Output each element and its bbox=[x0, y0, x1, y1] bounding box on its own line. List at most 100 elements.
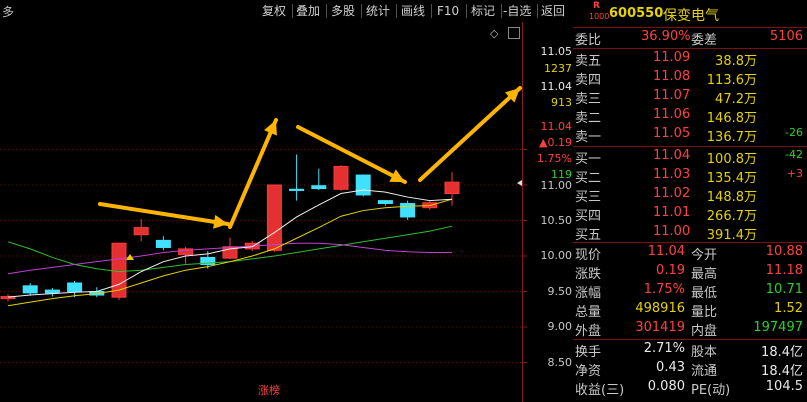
stat-row: 涨幅 1.75% 最低 10.71 bbox=[575, 282, 803, 301]
statistics-button[interactable]: 统计 bbox=[366, 3, 390, 20]
draw-line-button[interactable]: 画线 bbox=[401, 3, 425, 20]
scale-change: ▲0.19 bbox=[539, 136, 572, 149]
stat-row: 外盘 301419 内盘 197497 bbox=[575, 320, 803, 339]
level-label: 买四 bbox=[575, 209, 602, 224]
weibi-value: 36.90% bbox=[641, 29, 691, 44]
stat-row: 现价 11.04 今开 10.88 bbox=[575, 244, 803, 263]
level-price: 11.00 bbox=[653, 224, 691, 239]
level-volume: 391.4万 bbox=[706, 228, 757, 243]
arrow-3 bbox=[296, 125, 407, 184]
level-diff: +3 bbox=[786, 167, 803, 180]
mark-button[interactable]: 标记 bbox=[471, 3, 495, 20]
level-diff: -26 bbox=[785, 126, 803, 139]
level-label: 买三 bbox=[575, 190, 602, 205]
candle-body bbox=[155, 239, 171, 248]
f10-button[interactable]: F10 bbox=[437, 3, 459, 20]
level-price: 11.03 bbox=[653, 167, 691, 182]
candle-body bbox=[44, 289, 60, 294]
arrow-4 bbox=[418, 86, 522, 182]
level-label: 买五 bbox=[575, 228, 602, 243]
level-diff: -42 bbox=[785, 148, 803, 161]
margin-badge: R bbox=[593, 1, 600, 11]
rank-annotation: 涨榜 bbox=[258, 383, 280, 397]
back-button[interactable]: 返回 bbox=[541, 3, 565, 20]
level-volume: 113.6万 bbox=[706, 73, 757, 88]
current-price-marker bbox=[517, 180, 522, 186]
level-label: 卖四 bbox=[575, 73, 602, 88]
scale-label: 10.00 bbox=[540, 249, 573, 262]
level-price: 11.06 bbox=[653, 107, 691, 122]
bid-level-row[interactable]: 买三 11.02 148.8万 bbox=[573, 186, 807, 205]
level-label: 卖三 bbox=[575, 92, 602, 107]
level-label: 买二 bbox=[575, 171, 602, 186]
multi-stock-button[interactable]: 多股 bbox=[331, 3, 355, 20]
scale-top-volume: 1237 bbox=[544, 62, 572, 75]
stat-row: 总量 498916 量比 1.52 bbox=[575, 301, 803, 320]
fundamental-row: 收益(三) 0.080 PE(动) 104.5 bbox=[575, 379, 803, 398]
fundamental-row: 换手 2.71% 股本 18.4亿 bbox=[575, 341, 803, 360]
candle-body bbox=[67, 282, 83, 293]
restore-rights-button[interactable]: 复权 bbox=[262, 3, 286, 20]
level-price: 11.07 bbox=[653, 88, 691, 103]
ask-level-row[interactable]: 卖四 11.08 113.6万 bbox=[573, 69, 807, 88]
level-label: 卖一 bbox=[575, 130, 602, 145]
scale-change-pct: 1.75% bbox=[537, 152, 572, 165]
scale-label: 9.00 bbox=[547, 320, 573, 333]
candle-body bbox=[444, 181, 460, 195]
overlay-button[interactable]: 叠加 bbox=[296, 3, 320, 20]
level-label: 卖二 bbox=[575, 111, 602, 126]
level-volume: 266.7万 bbox=[706, 209, 757, 224]
candle-body bbox=[22, 285, 38, 294]
candle-body bbox=[311, 185, 327, 190]
add-watchlist-button[interactable]: -自选 bbox=[503, 3, 531, 20]
level-price: 11.01 bbox=[653, 205, 691, 220]
candle-body bbox=[266, 184, 282, 251]
candle-body bbox=[333, 166, 349, 190]
chart-toolbar: 多 复权 叠加 多股 统计 画线 F10 标记 -自选 返回 bbox=[0, 0, 570, 22]
diamond-icon[interactable]: ◇ bbox=[490, 27, 498, 40]
candle-body bbox=[377, 200, 393, 204]
level-volume: 38.8万 bbox=[715, 54, 757, 69]
bid-level-row[interactable]: 买五 11.00 391.4万 bbox=[573, 224, 807, 243]
candle-body bbox=[289, 188, 305, 191]
level-price: 11.04 bbox=[653, 148, 691, 163]
scale-label: 11.00 bbox=[540, 179, 573, 192]
ask-level-row[interactable]: 卖一 11.05 136.7万 -26 bbox=[573, 126, 807, 145]
weibi-row: 委比 36.90% 委差 5106 bbox=[575, 29, 803, 48]
bid-level-row[interactable]: 买二 11.03 135.4万 +3 bbox=[573, 167, 807, 186]
stat-row: 涨跌 0.19 最高 11.18 bbox=[575, 263, 803, 282]
candle-body bbox=[111, 242, 127, 298]
fundamental-row: 净资 0.43 流通 18.4亿 bbox=[575, 360, 803, 379]
level-price: 11.05 bbox=[653, 126, 691, 141]
ask-level-row[interactable]: 卖五 11.09 38.8万 bbox=[573, 50, 807, 69]
level-price: 11.08 bbox=[653, 69, 691, 84]
bid-level-row[interactable]: 买四 11.01 266.7万 bbox=[573, 205, 807, 224]
weicha-value: 5106 bbox=[769, 29, 803, 44]
collapse-box-icon[interactable] bbox=[508, 27, 520, 39]
level-label: 买一 bbox=[575, 152, 602, 167]
scale-label: 8.50 bbox=[547, 355, 573, 369]
margin-badge-sub: 1000 bbox=[589, 12, 610, 21]
ask-level-row[interactable]: 卖三 11.07 47.2万 bbox=[573, 88, 807, 107]
quote-header: R 1000 600550 保变电气 bbox=[573, 0, 807, 28]
level-label: 卖五 bbox=[575, 54, 602, 69]
level-price: 11.09 bbox=[653, 50, 691, 65]
scale-price-2: 11.04 bbox=[540, 80, 573, 93]
candlestick-chart[interactable]: 涨榜 bbox=[0, 22, 572, 402]
ask-level-row[interactable]: 卖二 11.06 146.8万 bbox=[573, 107, 807, 126]
scale-volume-2: 913 bbox=[551, 96, 572, 109]
level-volume: 136.7万 bbox=[706, 130, 757, 145]
candle-body bbox=[133, 227, 149, 236]
bid-level-row[interactable]: 买一 11.04 100.8万 -42 bbox=[573, 148, 807, 167]
stock-code: 600550 bbox=[609, 6, 664, 21]
scale-current-price: 11.04 bbox=[540, 120, 573, 133]
level-volume: 135.4万 bbox=[706, 171, 757, 186]
scale-top-price: 11.05 bbox=[540, 45, 573, 58]
level-volume: 47.2万 bbox=[715, 92, 757, 107]
scale-label: 9.50 bbox=[547, 284, 573, 298]
candle-body bbox=[400, 202, 416, 218]
level-price: 11.02 bbox=[653, 186, 691, 201]
level-volume: 100.8万 bbox=[706, 152, 757, 167]
toolbar-left-label: 多 bbox=[2, 5, 15, 19]
level-volume: 146.8万 bbox=[706, 111, 757, 126]
